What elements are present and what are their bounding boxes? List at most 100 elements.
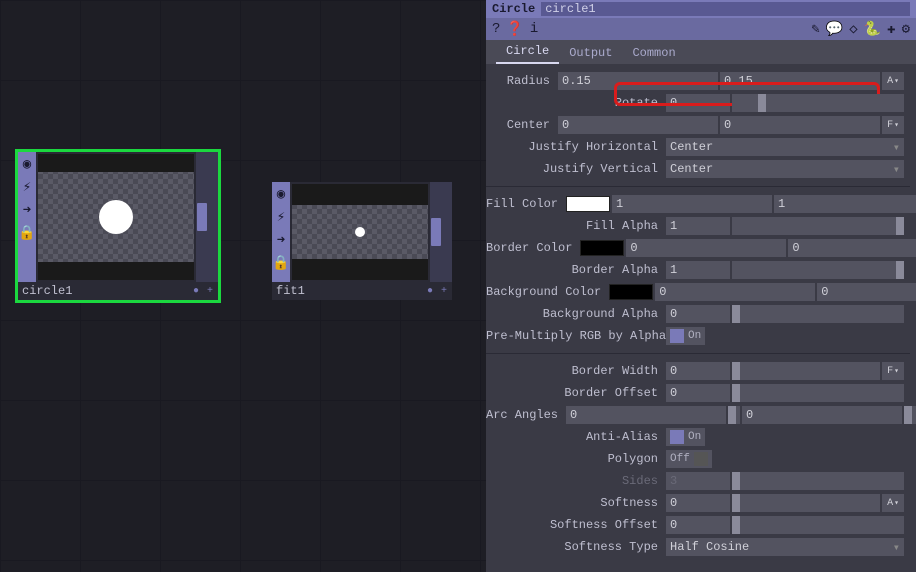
- wiki-icon[interactable]: ❓: [506, 21, 523, 38]
- op-type-label: Circle: [492, 2, 535, 16]
- sides-slider: [732, 472, 904, 490]
- param-label: Polygon: [486, 452, 666, 466]
- flag-icon[interactable]: ◉: [23, 156, 31, 173]
- fill-g-field[interactable]: [774, 195, 916, 213]
- param-label: Justify Horizontal: [486, 140, 666, 154]
- border-alpha-field[interactable]: [666, 261, 730, 279]
- toggle-text: On: [688, 330, 701, 342]
- tab-common[interactable]: Common: [622, 42, 685, 64]
- border-color-swatch[interactable]: [580, 240, 624, 256]
- border-offset-slider[interactable]: [732, 384, 904, 402]
- flag-icon[interactable]: ➜: [277, 232, 285, 249]
- param-label: Pre-Multiply RGB by Alpha: [486, 329, 666, 343]
- center-units-dropdown[interactable]: F: [882, 116, 904, 134]
- flag-icon[interactable]: 🔒: [18, 225, 35, 242]
- param-label: Fill Alpha: [486, 219, 666, 233]
- softness-type-dropdown[interactable]: Half Cosine: [666, 538, 904, 556]
- rotate-field[interactable]: [666, 94, 730, 112]
- radius-units-dropdown[interactable]: A: [882, 72, 904, 90]
- letterbox: [292, 184, 428, 205]
- softness-units-dropdown[interactable]: A: [882, 494, 904, 512]
- flag-icon[interactable]: ⚡: [23, 179, 31, 196]
- op-name-field[interactable]: [541, 2, 910, 16]
- bg-color-swatch[interactable]: [609, 284, 653, 300]
- param-label: Anti-Alias: [486, 430, 666, 444]
- node-preview[interactable]: [36, 152, 196, 282]
- param-label: Border Alpha: [486, 263, 666, 277]
- info-icon[interactable]: i: [530, 21, 538, 38]
- fill-alpha-slider[interactable]: [732, 217, 904, 235]
- param-label: Sides: [486, 474, 666, 488]
- rotate-slider[interactable]: [732, 94, 904, 112]
- center-x-field[interactable]: [558, 116, 718, 134]
- fill-alpha-field[interactable]: [666, 217, 730, 235]
- node-output-handle[interactable]: [430, 182, 442, 282]
- comment-icon[interactable]: 💬: [826, 21, 843, 38]
- flag-icon[interactable]: ◉: [277, 186, 285, 203]
- softness-field[interactable]: [666, 494, 730, 512]
- node-graph-canvas[interactable]: ◉ ⚡ ➜ 🔒 circle1 ● +: [0, 0, 486, 572]
- param-label: Border Color: [486, 241, 580, 255]
- node-circle1[interactable]: ◉ ⚡ ➜ 🔒 circle1 ● +: [18, 152, 218, 300]
- bg-alpha-slider[interactable]: [732, 305, 904, 323]
- softness-slider[interactable]: [732, 494, 880, 512]
- softness-offset-field[interactable]: [666, 516, 730, 534]
- node-flags[interactable]: ◉ ⚡ ➜ 🔒: [272, 182, 290, 282]
- arc-slider[interactable]: [904, 406, 916, 424]
- tag-icon[interactable]: ◇: [849, 21, 857, 38]
- preview-circle: [99, 200, 133, 234]
- flag-icon[interactable]: ➜: [23, 202, 31, 219]
- bg-alpha-field[interactable]: [666, 305, 730, 323]
- premult-toggle[interactable]: On: [666, 327, 705, 345]
- tab-output[interactable]: Output: [559, 42, 622, 64]
- fill-color-swatch[interactable]: [566, 196, 610, 212]
- bg-g-field[interactable]: [817, 283, 916, 301]
- antialias-toggle[interactable]: On: [666, 428, 705, 446]
- flag-icon[interactable]: ⚡: [277, 209, 285, 226]
- letterbox: [292, 259, 428, 280]
- border-g-field[interactable]: [788, 239, 916, 257]
- param-label: Fill Color: [486, 197, 566, 211]
- radius-x-field[interactable]: [558, 72, 718, 90]
- border-width-field[interactable]: [666, 362, 730, 380]
- node-footer-dots[interactable]: ● +: [427, 286, 448, 297]
- node-footer-dots[interactable]: ● +: [193, 286, 214, 297]
- radius-y-field[interactable]: [720, 72, 880, 90]
- node-output-handle[interactable]: [196, 152, 208, 282]
- border-offset-field[interactable]: [666, 384, 730, 402]
- justify-v-dropdown[interactable]: Center: [666, 160, 904, 178]
- border-width-slider[interactable]: [732, 362, 880, 380]
- python-icon[interactable]: 🐍: [864, 21, 881, 38]
- bg-r-field[interactable]: [655, 283, 815, 301]
- pencil-icon[interactable]: ✎: [811, 21, 819, 38]
- border-alpha-slider[interactable]: [732, 261, 904, 279]
- param-label: Center: [486, 118, 558, 132]
- preview-circle: [355, 227, 365, 237]
- border-width-units-dropdown[interactable]: F: [882, 362, 904, 380]
- help-icon[interactable]: ?: [492, 21, 500, 38]
- settings-icon[interactable]: ⚙: [902, 21, 910, 38]
- node-flags[interactable]: ◉ ⚡ ➜ 🔒: [18, 152, 36, 282]
- center-y-field[interactable]: [720, 116, 880, 134]
- arc-slider[interactable]: [728, 406, 740, 424]
- param-label: Softness Offset: [486, 518, 666, 532]
- node-fit1[interactable]: ◉ ⚡ ➜ 🔒 fit1 ● +: [272, 182, 452, 300]
- tab-bar: Circle Output Common: [486, 40, 916, 64]
- fill-r-field[interactable]: [612, 195, 772, 213]
- flag-icon[interactable]: 🔒: [272, 255, 289, 272]
- tab-circle[interactable]: Circle: [496, 40, 559, 64]
- sides-field: [666, 472, 730, 490]
- param-label: Softness Type: [486, 540, 666, 554]
- arc-end-field[interactable]: [742, 406, 902, 424]
- toggle-text: On: [688, 431, 701, 443]
- param-label: Background Alpha: [486, 307, 666, 321]
- arc-start-field[interactable]: [566, 406, 726, 424]
- softness-offset-slider[interactable]: [732, 516, 904, 534]
- node-preview[interactable]: [290, 182, 430, 282]
- polygon-toggle[interactable]: Off: [666, 450, 712, 468]
- param-label: Softness: [486, 496, 666, 510]
- border-r-field[interactable]: [626, 239, 786, 257]
- panel-title-bar: Circle: [486, 0, 916, 18]
- add-icon[interactable]: ✚: [887, 21, 895, 38]
- justify-h-dropdown[interactable]: Center: [666, 138, 904, 156]
